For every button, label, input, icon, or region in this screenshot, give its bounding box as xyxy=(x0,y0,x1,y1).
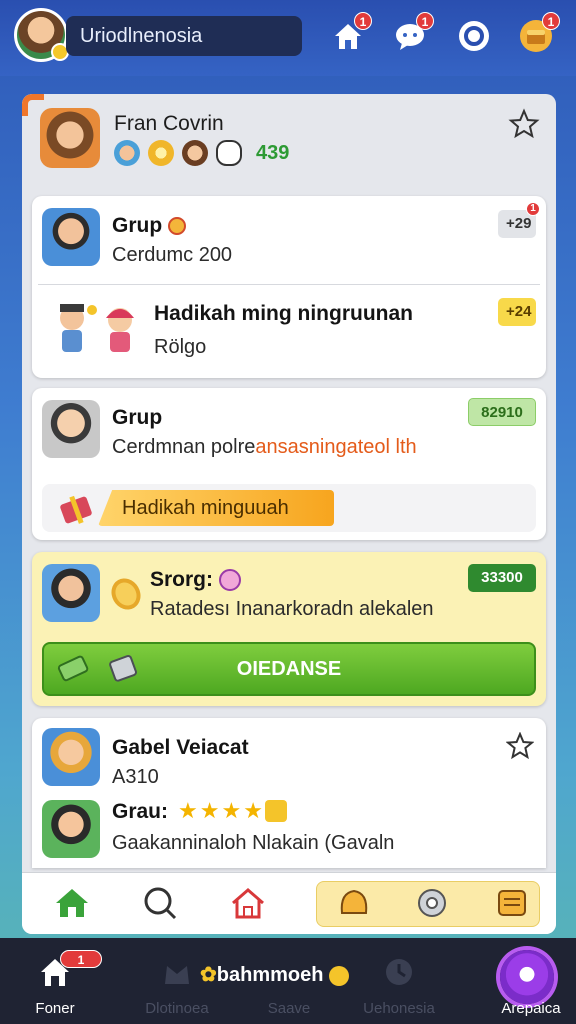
star-icon: ★ xyxy=(221,798,242,823)
coin-icon xyxy=(148,140,174,166)
score-card[interactable]: Srorg: Ratadesı Inanarkoradn alekalen 33… xyxy=(32,552,546,706)
reward-pill: +24 xyxy=(498,298,536,326)
group-card-1[interactable]: Grup Cerdumc 200 +29 1 Hadikah ming ning… xyxy=(32,196,546,378)
player-avatar xyxy=(42,564,100,622)
bell-tab-icon[interactable] xyxy=(334,883,374,923)
gift-icon xyxy=(60,495,92,524)
notification-badge: 1 xyxy=(416,12,434,30)
nav-label: Arepaica xyxy=(501,1000,561,1017)
emoji-icon xyxy=(218,569,241,592)
card-subtitle-2: Rölgo xyxy=(154,336,207,358)
favorite-star-icon[interactable] xyxy=(506,732,534,760)
star-icon: ★ xyxy=(199,798,220,823)
top-bar: Uriodlnenosia 1 1 1 xyxy=(0,0,576,76)
profile-score: 439 xyxy=(256,141,290,164)
crown-icon xyxy=(165,966,189,984)
group-card-2[interactable]: Grup Cerdmnan polreansasningateol lth 82… xyxy=(32,388,546,540)
card-title: Srorg: xyxy=(150,568,241,592)
claim-button[interactable]: OIEDANSE xyxy=(42,642,536,696)
friend-avatar-icon xyxy=(114,140,140,166)
divider xyxy=(38,284,540,285)
clock-icon xyxy=(386,959,412,985)
coin-stack-icon xyxy=(111,578,141,610)
card-subtitle: A310 xyxy=(112,766,159,788)
card-title: Gabel Veiacat xyxy=(112,736,249,759)
nav-center-text: bahmmoeh xyxy=(216,964,324,986)
card-subtitle-highlight: ansasningateol lth xyxy=(255,436,417,458)
chat-button[interactable]: 1 xyxy=(388,12,434,58)
ring-icon xyxy=(459,21,489,51)
notification-badge: 1 xyxy=(542,12,560,30)
score-pill: 82910 xyxy=(468,398,536,426)
card-title-text: Grup xyxy=(112,214,163,237)
profile-stats-row: 439 xyxy=(114,140,289,166)
home-tab-icon[interactable] xyxy=(52,883,92,923)
settings-tab-icon[interactable] xyxy=(412,883,452,923)
group-avatar xyxy=(42,208,100,266)
notification-badge: 1 xyxy=(354,12,372,30)
badge-icon xyxy=(264,800,287,822)
nav-label: Foner xyxy=(35,1000,75,1017)
home-notification-button[interactable]: 1 xyxy=(326,12,372,58)
notification-badge: 1 xyxy=(526,202,540,216)
card-title: Grup xyxy=(112,214,187,238)
cash-icon xyxy=(57,655,89,682)
profile-action-button[interactable] xyxy=(500,950,554,1004)
card-subtitle-2: Gaakanninaloh Nlakain (Gavaln xyxy=(112,832,395,854)
rating-stars: ★ ★ ★ ★ xyxy=(178,798,287,824)
achievement-card[interactable]: Gabel Veiacat A310 Grau: ★ ★ ★ ★ Gaakann… xyxy=(32,718,546,868)
player-avatar xyxy=(42,728,100,786)
card-subtitle: Ratadesı Inanarkoradn alekalen xyxy=(150,598,434,620)
shield-icon xyxy=(168,217,187,236)
player-avatar xyxy=(42,800,100,858)
nav-item-uehonesia[interactable]: Uehonesia xyxy=(354,948,444,1020)
profile-header: Fran Covrin 439 xyxy=(22,94,556,190)
scroll-tab-icon[interactable] xyxy=(492,883,532,923)
claim-button-label: OIEDANSE xyxy=(236,658,342,680)
weekly-gift-label: Hadikah minguuah xyxy=(98,490,334,526)
notification-badge: 1 xyxy=(60,950,102,968)
wallet-icon xyxy=(109,655,137,682)
score-pill: 33300 xyxy=(468,564,536,592)
character-icon xyxy=(182,140,208,166)
nav-center-label: ✿bahmmoeh xyxy=(200,962,350,987)
card-title: Grup xyxy=(112,406,163,429)
card-subtitle: Cerdumc 200 xyxy=(112,244,233,266)
panel-tab-bar xyxy=(22,872,556,934)
crown-small-icon: ✿ xyxy=(200,964,217,986)
card-subtitle: Cerdmnan polreansasningateol lth xyxy=(112,436,417,459)
speech-bubble-icon xyxy=(216,140,242,166)
search-tab-icon[interactable] xyxy=(140,883,180,923)
nav-item-home[interactable]: 1 Foner xyxy=(10,948,102,1020)
bottom-navigation: 1 Foner Dlotinoea Saave Uehonesia ✿bahmm… xyxy=(0,938,576,1024)
profile-name: Fran Covrin xyxy=(114,112,224,135)
profile-avatar[interactable] xyxy=(40,108,100,168)
card-title-2: Grau: xyxy=(112,800,169,823)
group-avatar xyxy=(42,400,100,458)
card-title-2: Hadikah ming ningruunan xyxy=(154,302,414,325)
nav-label: Saave xyxy=(267,1000,311,1017)
favorite-star-icon[interactable] xyxy=(508,108,540,140)
characters-illustration-icon xyxy=(60,304,134,352)
star-icon: ★ xyxy=(243,798,263,823)
status-button[interactable] xyxy=(452,14,496,58)
coin-icon xyxy=(329,965,350,986)
main-panel: Fran Covrin 439 Grup Cerdumc 200 +29 1 H… xyxy=(22,94,556,934)
card-subtitle-part: Cerdmnan polre xyxy=(112,436,256,458)
card-title-text: Srorg: xyxy=(150,568,213,591)
treasure-button[interactable]: 1 xyxy=(514,12,560,58)
nav-label: Uehonesia xyxy=(363,1000,435,1017)
house-tab-icon[interactable] xyxy=(228,883,268,923)
user-avatar[interactable] xyxy=(14,8,69,62)
nav-label: Dlotinoea xyxy=(145,1000,209,1017)
star-icon: ★ xyxy=(178,798,198,823)
weekly-gift-banner[interactable]: Hadikah minguuah xyxy=(42,484,536,532)
search-input[interactable]: Uriodlnenosia xyxy=(66,16,302,56)
